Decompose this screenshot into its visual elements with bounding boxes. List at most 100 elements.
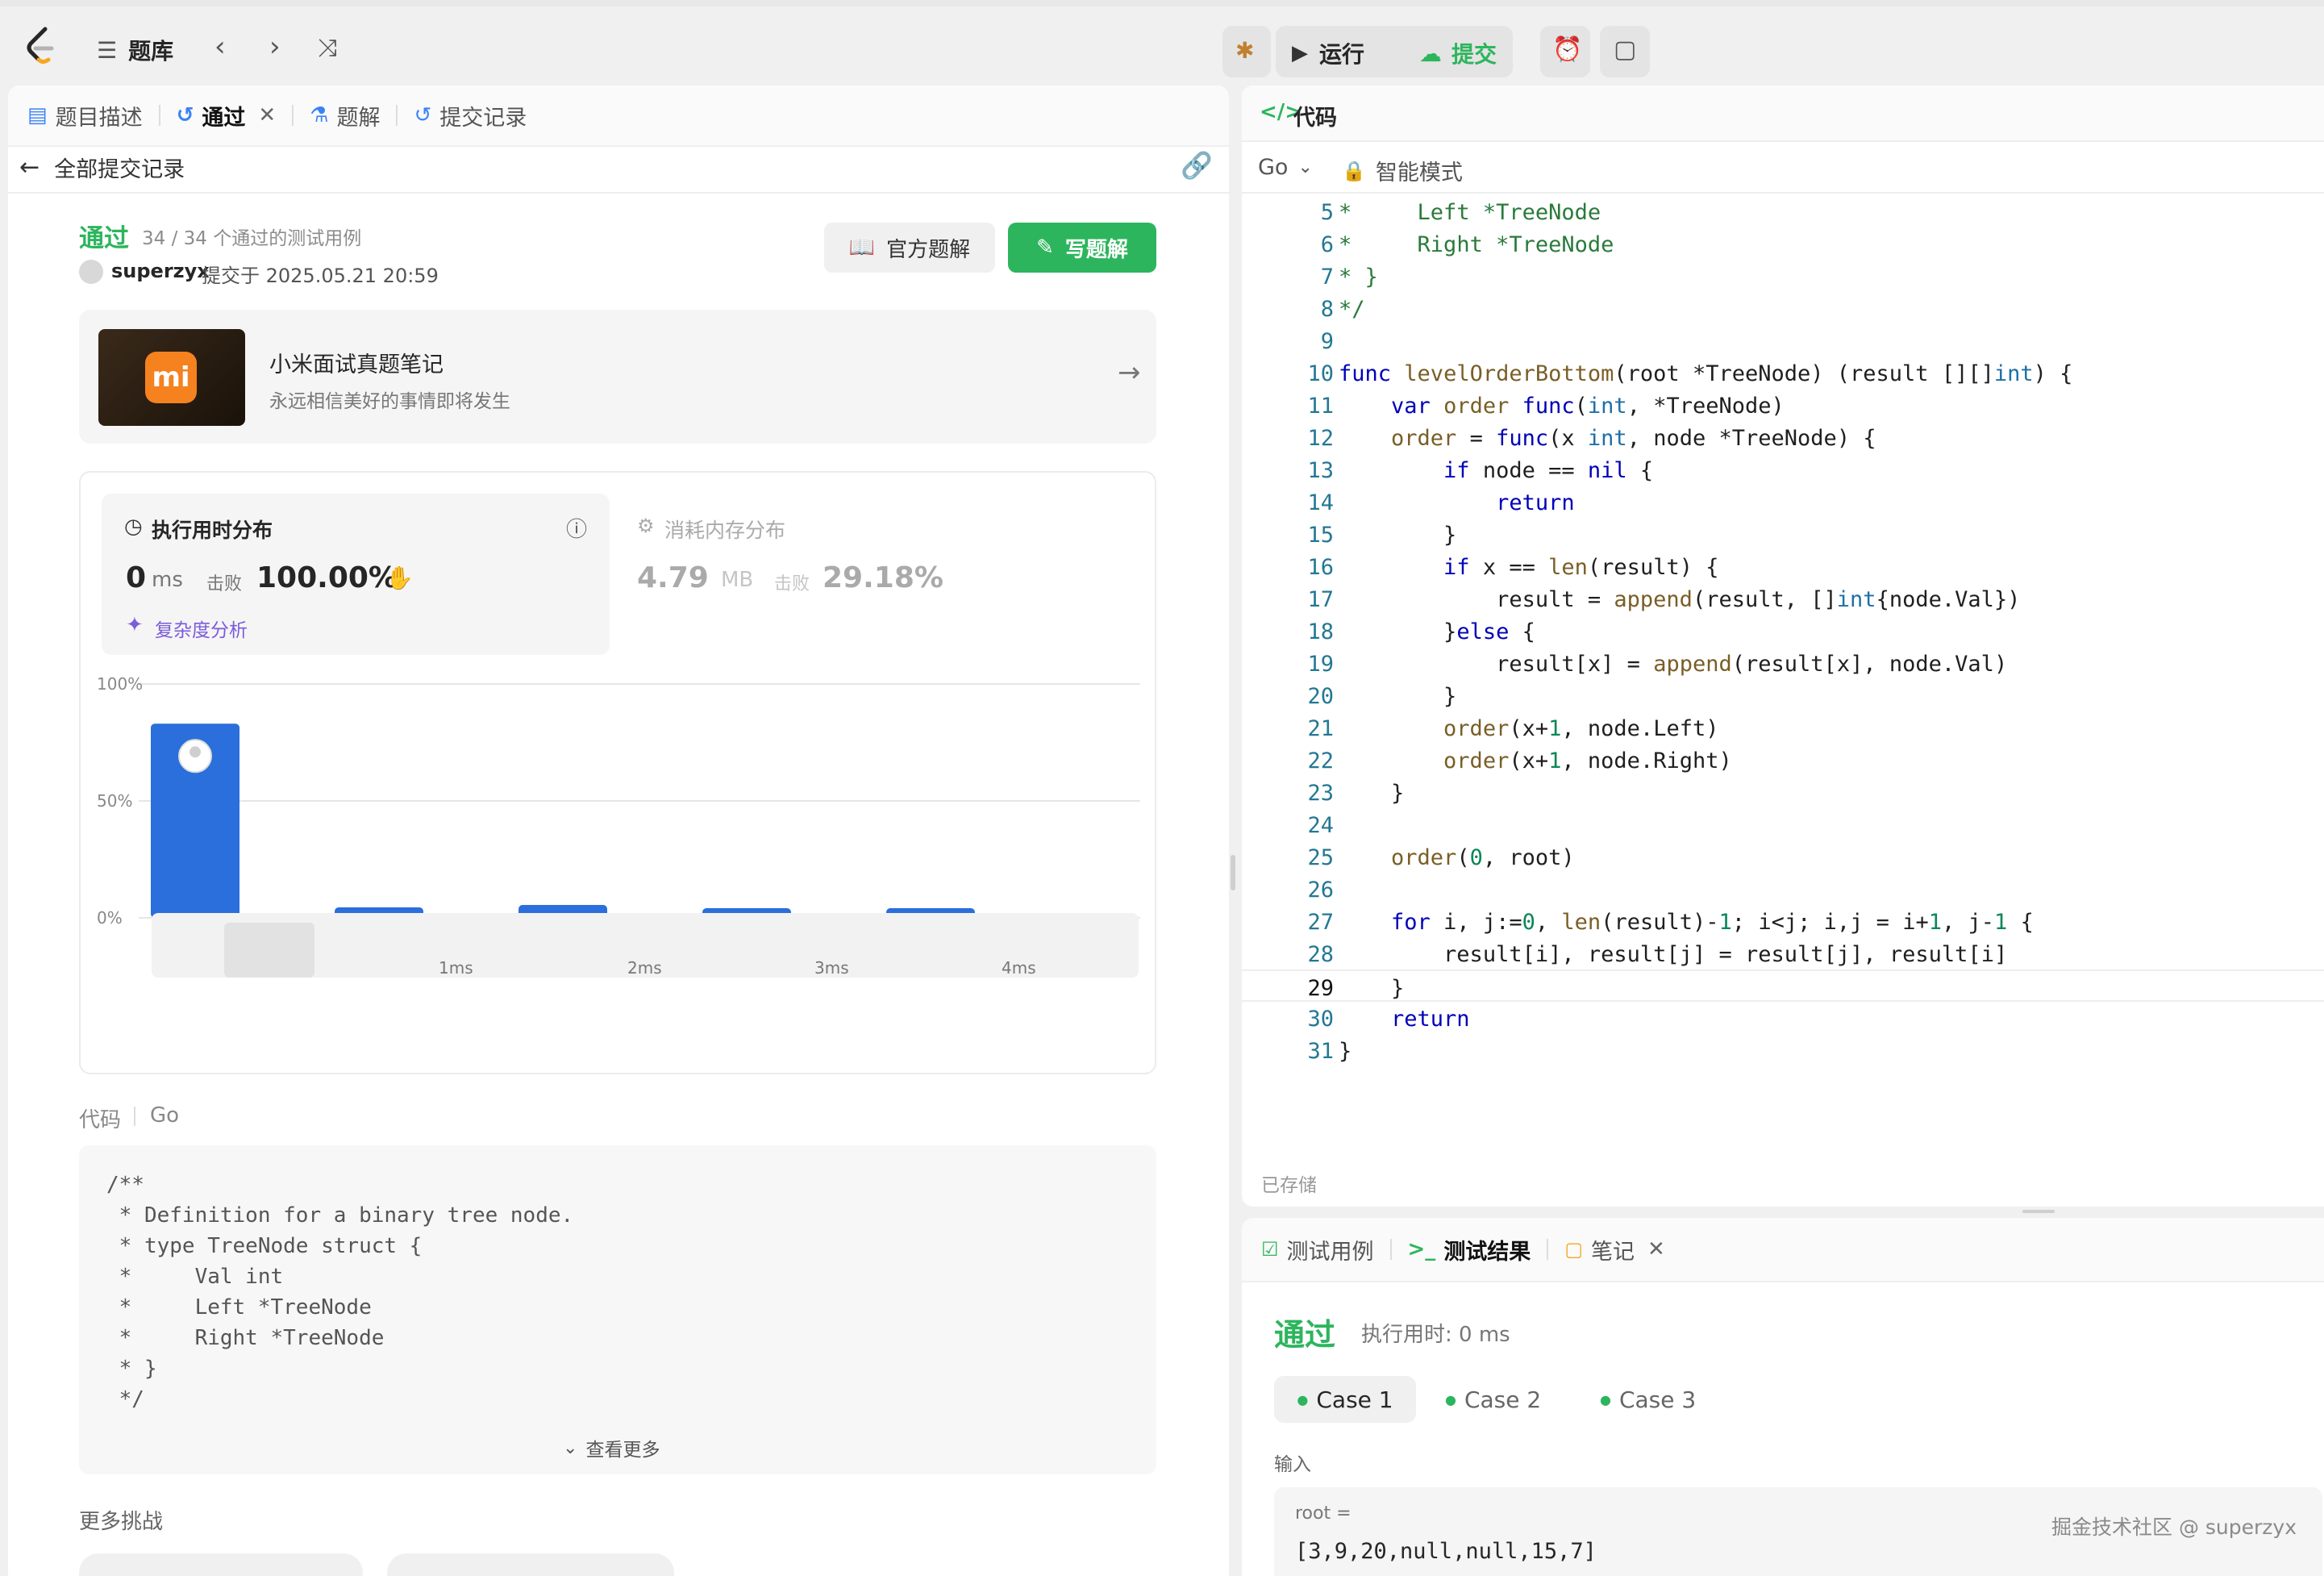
- tab-accepted[interactable]: ↺ 通过 ✕: [160, 85, 293, 146]
- code-line: order(0, root): [1339, 845, 1575, 870]
- smart-mode-toggle[interactable]: 🔒 智能模式: [1342, 155, 1463, 186]
- submitted-time: 提交于 2025.05.21 20:59: [202, 265, 439, 287]
- editor-line[interactable]: 18 }else {: [1242, 615, 2324, 647]
- editor-line[interactable]: 11 var order func(int, *TreeNode): [1242, 389, 2324, 421]
- code-token: Left: [1417, 200, 1470, 225]
- editor-line[interactable]: 28 result[i], result[j] = result[j], res…: [1242, 937, 2324, 969]
- problem-bank-label: 题库: [128, 38, 174, 65]
- tab-description[interactable]: ▤ 题目描述: [8, 85, 159, 146]
- editor-line[interactable]: 24: [1242, 808, 2324, 840]
- editor-line[interactable]: 21 order(x+1, node.Left): [1242, 711, 2324, 744]
- promo-card[interactable]: mi 小米面试真题笔记 永远相信美好的事情即将发生 →: [79, 310, 1156, 444]
- editor-line[interactable]: 5 * Left *TreeNode: [1242, 195, 2324, 227]
- code-token: else: [1456, 619, 1510, 644]
- runtime-box[interactable]: ◷ 执行用时分布 ⓘ 0 ms 击败 100.00% ✋ ✦ 复杂度分析: [102, 494, 610, 655]
- code-token: .: [1941, 587, 1955, 612]
- editor-line[interactable]: 26: [1242, 873, 2324, 905]
- prev-problem-icon[interactable]: ‹: [214, 31, 226, 63]
- challenge-chip[interactable]: [387, 1553, 674, 1576]
- line-number: 9: [1320, 329, 1334, 354]
- input-var-label: root =: [1295, 1503, 1352, 1524]
- code-token: TreeNode: [1496, 200, 1601, 225]
- editor-line[interactable]: 23 }: [1242, 776, 2324, 808]
- code-token: for: [1391, 910, 1431, 935]
- code-line: }: [1339, 684, 1456, 709]
- language-selector[interactable]: Go ⌄: [1258, 155, 1313, 180]
- horizontal-splitter[interactable]: [2022, 1210, 2055, 1213]
- shuffle-icon[interactable]: ⤨: [318, 34, 337, 62]
- editor-line[interactable]: 8 */: [1242, 292, 2324, 324]
- code-token: (: [1548, 426, 1562, 451]
- run-button[interactable]: ▶ 运行: [1292, 37, 1364, 69]
- editor-line[interactable]: 30 return: [1242, 1002, 2324, 1034]
- tab-submissions[interactable]: ↺ 提交记录: [398, 85, 543, 146]
- code-token: =: [1456, 426, 1497, 451]
- code-editor[interactable]: 5 * Left *TreeNode 6 * Right *TreeNode 7 * } 8…: [1242, 195, 2324, 1163]
- chart-scrubber[interactable]: 1ms 2ms 3ms 4ms: [152, 913, 1139, 978]
- editor-line[interactable]: 22 order(x+1, node.Right): [1242, 744, 2324, 776]
- info-icon[interactable]: ⓘ: [566, 513, 587, 543]
- vertical-splitter[interactable]: [1231, 855, 1235, 890]
- editor-line[interactable]: 10 func levelOrderBottom(root *TreeNode) …: [1242, 356, 2324, 389]
- official-solution-button[interactable]: 📖 官方题解: [824, 223, 995, 273]
- code-token: order: [1443, 716, 1510, 741]
- challenge-chip[interactable]: [79, 1553, 363, 1576]
- case-tab-3[interactable]: ● Case 3: [1600, 1376, 1742, 1423]
- editor-line[interactable]: 29 }: [1242, 969, 2324, 1002]
- editor-line[interactable]: 9: [1242, 324, 2324, 356]
- memory-box[interactable]: ⚙ 消耗内存分布 4.79 MB 击败 29.18%: [629, 494, 1137, 655]
- editor-line[interactable]: 16 if x == len(result) {: [1242, 550, 2324, 582]
- editor-line[interactable]: 25 order(0, root): [1242, 840, 2324, 873]
- link-icon[interactable]: 🔗: [1181, 150, 1213, 181]
- code-token: x: [1561, 426, 1575, 451]
- code-token: .: [1941, 652, 1955, 677]
- editor-line[interactable]: 17 result = append(result, []int{node.Va…: [1242, 582, 2324, 615]
- tab-testcases[interactable]: ☑ 测试用例: [1242, 1219, 1390, 1280]
- close-icon[interactable]: ✕: [258, 103, 276, 127]
- case-tab-2[interactable]: ● Case 2: [1445, 1376, 1587, 1423]
- code-line: }: [1339, 976, 1404, 1001]
- code-token: 1: [1718, 910, 1732, 935]
- editor-line[interactable]: 14 return: [1242, 486, 2324, 518]
- editor-line[interactable]: 31}: [1242, 1034, 2324, 1066]
- tab-test-results[interactable]: >_ 测试结果: [1392, 1219, 1547, 1280]
- tab-solutions[interactable]: ⚗ 题解: [294, 85, 396, 146]
- scrubber-handle[interactable]: [224, 923, 314, 978]
- editor-line[interactable]: 7 * }: [1242, 260, 2324, 292]
- next-problem-icon[interactable]: ›: [269, 31, 281, 63]
- code-token: i: [1980, 942, 1994, 967]
- code-token: ],: [1548, 942, 1588, 967]
- code-line: if node == nil {: [1339, 458, 1653, 483]
- timer-button[interactable]: ⏰: [1540, 26, 1590, 77]
- promo-thumbnail: mi: [98, 329, 245, 426]
- editor-line[interactable]: 20 }: [1242, 679, 2324, 711]
- logo-icon[interactable]: [24, 26, 60, 66]
- back-to-submissions[interactable]: ← 全部提交记录: [19, 152, 185, 183]
- code-token: Right: [1417, 232, 1483, 257]
- problem-bank-button[interactable]: ☰ 题库: [97, 34, 173, 66]
- notes-button[interactable]: ▢: [1600, 26, 1650, 77]
- editor-line[interactable]: 6 * Right *TreeNode: [1242, 227, 2324, 260]
- tab-notes[interactable]: ▢ 笔记 ✕: [1548, 1219, 1681, 1280]
- line-number: 25: [1307, 845, 1334, 870]
- close-icon[interactable]: ✕: [1647, 1237, 1665, 1261]
- complexity-analysis-link[interactable]: 复杂度分析: [155, 615, 248, 642]
- see-more-button[interactable]: ⌄ 查看更多: [563, 1434, 660, 1461]
- editor-line[interactable]: 15 }: [1242, 518, 2324, 550]
- editor-line[interactable]: 13 if node == nil {: [1242, 453, 2324, 486]
- write-solution-button[interactable]: ✎ 写题解: [1008, 223, 1156, 273]
- debug-button[interactable]: ✱: [1222, 26, 1271, 77]
- submit-button[interactable]: ☁ 提交: [1419, 37, 1497, 69]
- editor-line[interactable]: 27 for i, j:=0, len(result)-1; i<j; i,j …: [1242, 905, 2324, 937]
- username[interactable]: superzyx: [111, 260, 210, 282]
- code-token: ): [1706, 716, 1719, 741]
- avatar[interactable]: [79, 260, 103, 284]
- code-token: ) {: [1679, 555, 1719, 580]
- editor-line[interactable]: 19 result[x] = append(result[x], node.Va…: [1242, 647, 2324, 679]
- editor-line[interactable]: 12 order = func(x int, node *TreeNode) {: [1242, 421, 2324, 453]
- case-tab-1[interactable]: ● Case 1: [1274, 1376, 1416, 1423]
- code-preview: /** * Definition for a binary tree node.…: [79, 1145, 1156, 1474]
